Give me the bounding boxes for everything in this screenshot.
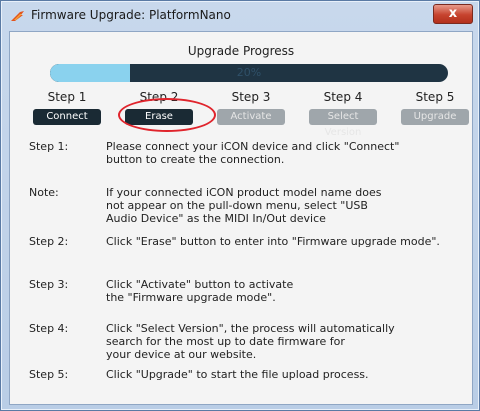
instruction-text: Click "Erase" button to enter into "Firm…: [106, 235, 440, 248]
close-button[interactable]: x: [433, 4, 473, 24]
window-title: Firmware Upgrade: PlatformNano: [31, 8, 231, 22]
instruction-text: Click "Activate" button to activate the …: [106, 278, 294, 304]
instruction-label: Step 1:: [29, 140, 69, 153]
window-content: Upgrade Progress 20% Step 1 Step 2 Step …: [9, 31, 473, 405]
progress-percent: 20%: [236, 66, 262, 79]
flame-app-icon: [11, 11, 24, 21]
title-bar[interactable]: Firmware Upgrade: PlatformNano x: [1, 1, 479, 31]
progress-bar: 20%: [50, 64, 448, 82]
step-label-3: Step 3: [231, 90, 271, 104]
progress-title: Upgrade Progress: [187, 44, 295, 58]
connect-button[interactable]: Connect: [33, 109, 101, 125]
instruction-label: Step 4:: [29, 322, 69, 335]
activate-button[interactable]: Activate: [217, 109, 285, 125]
instruction-text: If your connected iCON product model nam…: [106, 186, 382, 225]
step-label-4: Step 4: [323, 90, 363, 104]
firmware-upgrade-window: Firmware Upgrade: PlatformNano x Upgrade…: [0, 0, 480, 411]
step-label-5: Step 5: [415, 90, 455, 104]
instruction-text: Please connect your iCON device and clic…: [106, 140, 400, 166]
step-label-1: Step 1: [47, 90, 87, 104]
instruction-text: Click "Select Version", the process will…: [106, 322, 395, 361]
highlight-circle: [118, 98, 216, 132]
select-version-button[interactable]: Select Version: [309, 109, 377, 138]
instruction-label: Step 5:: [29, 368, 69, 381]
instruction-label: Note:: [29, 186, 59, 199]
instruction-label: Step 3:: [29, 278, 69, 291]
upgrade-button[interactable]: Upgrade: [401, 109, 469, 125]
instruction-text: Click "Upgrade" to start the file upload…: [106, 368, 369, 381]
instruction-label: Step 2:: [29, 235, 69, 248]
